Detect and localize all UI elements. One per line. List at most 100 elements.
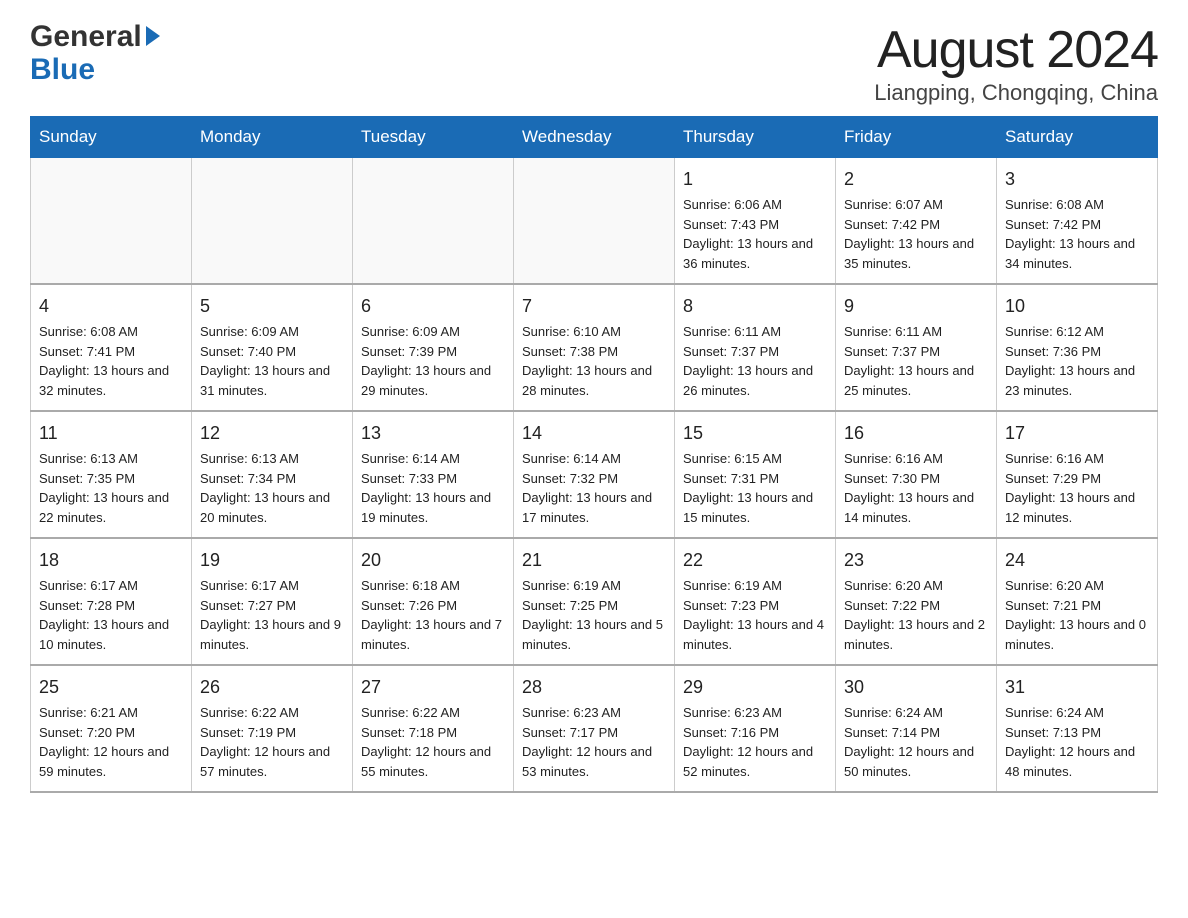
- logo-blue: Blue: [30, 53, 95, 86]
- day-info: Sunrise: 6:09 AMSunset: 7:39 PMDaylight:…: [361, 322, 505, 400]
- day-info: Sunrise: 6:17 AMSunset: 7:27 PMDaylight:…: [200, 576, 344, 654]
- day-info: Sunrise: 6:13 AMSunset: 7:34 PMDaylight:…: [200, 449, 344, 527]
- page-subtitle: Liangping, Chongqing, China: [874, 80, 1158, 106]
- calendar-cell: 13Sunrise: 6:14 AMSunset: 7:33 PMDayligh…: [353, 411, 514, 538]
- day-number: 2: [844, 166, 988, 193]
- day-number: 24: [1005, 547, 1149, 574]
- day-info: Sunrise: 6:10 AMSunset: 7:38 PMDaylight:…: [522, 322, 666, 400]
- calendar-cell: 5Sunrise: 6:09 AMSunset: 7:40 PMDaylight…: [192, 284, 353, 411]
- calendar-cell: 15Sunrise: 6:15 AMSunset: 7:31 PMDayligh…: [675, 411, 836, 538]
- day-info: Sunrise: 6:15 AMSunset: 7:31 PMDaylight:…: [683, 449, 827, 527]
- calendar-cell: 31Sunrise: 6:24 AMSunset: 7:13 PMDayligh…: [997, 665, 1158, 792]
- calendar-cell: 12Sunrise: 6:13 AMSunset: 7:34 PMDayligh…: [192, 411, 353, 538]
- calendar-cell: [353, 158, 514, 285]
- day-info: Sunrise: 6:13 AMSunset: 7:35 PMDaylight:…: [39, 449, 183, 527]
- day-number: 9: [844, 293, 988, 320]
- day-number: 21: [522, 547, 666, 574]
- day-info: Sunrise: 6:22 AMSunset: 7:18 PMDaylight:…: [361, 703, 505, 781]
- col-header-wednesday: Wednesday: [514, 117, 675, 158]
- calendar-header-row: SundayMondayTuesdayWednesdayThursdayFrid…: [31, 117, 1158, 158]
- calendar-cell: 9Sunrise: 6:11 AMSunset: 7:37 PMDaylight…: [836, 284, 997, 411]
- calendar-cell: 27Sunrise: 6:22 AMSunset: 7:18 PMDayligh…: [353, 665, 514, 792]
- day-info: Sunrise: 6:18 AMSunset: 7:26 PMDaylight:…: [361, 576, 505, 654]
- day-info: Sunrise: 6:20 AMSunset: 7:22 PMDaylight:…: [844, 576, 988, 654]
- calendar-cell: 16Sunrise: 6:16 AMSunset: 7:30 PMDayligh…: [836, 411, 997, 538]
- calendar-week-3: 11Sunrise: 6:13 AMSunset: 7:35 PMDayligh…: [31, 411, 1158, 538]
- day-number: 27: [361, 674, 505, 701]
- day-info: Sunrise: 6:11 AMSunset: 7:37 PMDaylight:…: [844, 322, 988, 400]
- day-number: 7: [522, 293, 666, 320]
- calendar-cell: 26Sunrise: 6:22 AMSunset: 7:19 PMDayligh…: [192, 665, 353, 792]
- col-header-saturday: Saturday: [997, 117, 1158, 158]
- day-number: 13: [361, 420, 505, 447]
- day-number: 6: [361, 293, 505, 320]
- day-info: Sunrise: 6:23 AMSunset: 7:16 PMDaylight:…: [683, 703, 827, 781]
- calendar-cell: 11Sunrise: 6:13 AMSunset: 7:35 PMDayligh…: [31, 411, 192, 538]
- calendar-cell: 18Sunrise: 6:17 AMSunset: 7:28 PMDayligh…: [31, 538, 192, 665]
- day-info: Sunrise: 6:24 AMSunset: 7:14 PMDaylight:…: [844, 703, 988, 781]
- day-number: 17: [1005, 420, 1149, 447]
- calendar-cell: 6Sunrise: 6:09 AMSunset: 7:39 PMDaylight…: [353, 284, 514, 411]
- calendar-table: SundayMondayTuesdayWednesdayThursdayFrid…: [30, 116, 1158, 793]
- calendar-cell: 20Sunrise: 6:18 AMSunset: 7:26 PMDayligh…: [353, 538, 514, 665]
- day-info: Sunrise: 6:23 AMSunset: 7:17 PMDaylight:…: [522, 703, 666, 781]
- calendar-week-5: 25Sunrise: 6:21 AMSunset: 7:20 PMDayligh…: [31, 665, 1158, 792]
- logo: General Blue: [30, 20, 160, 86]
- calendar-cell: 28Sunrise: 6:23 AMSunset: 7:17 PMDayligh…: [514, 665, 675, 792]
- logo-general: General: [30, 20, 142, 53]
- day-number: 29: [683, 674, 827, 701]
- day-info: Sunrise: 6:09 AMSunset: 7:40 PMDaylight:…: [200, 322, 344, 400]
- day-info: Sunrise: 6:19 AMSunset: 7:23 PMDaylight:…: [683, 576, 827, 654]
- day-number: 8: [683, 293, 827, 320]
- day-info: Sunrise: 6:20 AMSunset: 7:21 PMDaylight:…: [1005, 576, 1149, 654]
- calendar-cell: [31, 158, 192, 285]
- calendar-cell: [192, 158, 353, 285]
- day-number: 23: [844, 547, 988, 574]
- day-info: Sunrise: 6:22 AMSunset: 7:19 PMDaylight:…: [200, 703, 344, 781]
- day-info: Sunrise: 6:06 AMSunset: 7:43 PMDaylight:…: [683, 195, 827, 273]
- day-number: 10: [1005, 293, 1149, 320]
- day-number: 5: [200, 293, 344, 320]
- calendar-cell: 22Sunrise: 6:19 AMSunset: 7:23 PMDayligh…: [675, 538, 836, 665]
- calendar-cell: 21Sunrise: 6:19 AMSunset: 7:25 PMDayligh…: [514, 538, 675, 665]
- calendar-cell: 19Sunrise: 6:17 AMSunset: 7:27 PMDayligh…: [192, 538, 353, 665]
- day-info: Sunrise: 6:16 AMSunset: 7:30 PMDaylight:…: [844, 449, 988, 527]
- day-info: Sunrise: 6:07 AMSunset: 7:42 PMDaylight:…: [844, 195, 988, 273]
- calendar-week-2: 4Sunrise: 6:08 AMSunset: 7:41 PMDaylight…: [31, 284, 1158, 411]
- day-number: 19: [200, 547, 344, 574]
- col-header-friday: Friday: [836, 117, 997, 158]
- day-number: 16: [844, 420, 988, 447]
- calendar-cell: 1Sunrise: 6:06 AMSunset: 7:43 PMDaylight…: [675, 158, 836, 285]
- day-info: Sunrise: 6:08 AMSunset: 7:42 PMDaylight:…: [1005, 195, 1149, 273]
- calendar-cell: 23Sunrise: 6:20 AMSunset: 7:22 PMDayligh…: [836, 538, 997, 665]
- calendar-week-1: 1Sunrise: 6:06 AMSunset: 7:43 PMDaylight…: [31, 158, 1158, 285]
- calendar-week-4: 18Sunrise: 6:17 AMSunset: 7:28 PMDayligh…: [31, 538, 1158, 665]
- calendar-cell: 4Sunrise: 6:08 AMSunset: 7:41 PMDaylight…: [31, 284, 192, 411]
- calendar-cell: 17Sunrise: 6:16 AMSunset: 7:29 PMDayligh…: [997, 411, 1158, 538]
- page-title: August 2024: [874, 20, 1158, 80]
- calendar-cell: 10Sunrise: 6:12 AMSunset: 7:36 PMDayligh…: [997, 284, 1158, 411]
- day-info: Sunrise: 6:12 AMSunset: 7:36 PMDaylight:…: [1005, 322, 1149, 400]
- logo-triangle-icon: [144, 22, 160, 53]
- day-info: Sunrise: 6:24 AMSunset: 7:13 PMDaylight:…: [1005, 703, 1149, 781]
- day-info: Sunrise: 6:14 AMSunset: 7:32 PMDaylight:…: [522, 449, 666, 527]
- day-info: Sunrise: 6:14 AMSunset: 7:33 PMDaylight:…: [361, 449, 505, 527]
- day-number: 26: [200, 674, 344, 701]
- day-info: Sunrise: 6:11 AMSunset: 7:37 PMDaylight:…: [683, 322, 827, 400]
- calendar-cell: 7Sunrise: 6:10 AMSunset: 7:38 PMDaylight…: [514, 284, 675, 411]
- day-number: 4: [39, 293, 183, 320]
- calendar-cell: 14Sunrise: 6:14 AMSunset: 7:32 PMDayligh…: [514, 411, 675, 538]
- calendar-cell: 30Sunrise: 6:24 AMSunset: 7:14 PMDayligh…: [836, 665, 997, 792]
- col-header-thursday: Thursday: [675, 117, 836, 158]
- day-number: 3: [1005, 166, 1149, 193]
- calendar-cell: [514, 158, 675, 285]
- calendar-cell: 8Sunrise: 6:11 AMSunset: 7:37 PMDaylight…: [675, 284, 836, 411]
- day-number: 20: [361, 547, 505, 574]
- day-number: 25: [39, 674, 183, 701]
- day-info: Sunrise: 6:19 AMSunset: 7:25 PMDaylight:…: [522, 576, 666, 654]
- calendar-cell: 2Sunrise: 6:07 AMSunset: 7:42 PMDaylight…: [836, 158, 997, 285]
- calendar-cell: 3Sunrise: 6:08 AMSunset: 7:42 PMDaylight…: [997, 158, 1158, 285]
- col-header-monday: Monday: [192, 117, 353, 158]
- day-number: 1: [683, 166, 827, 193]
- col-header-tuesday: Tuesday: [353, 117, 514, 158]
